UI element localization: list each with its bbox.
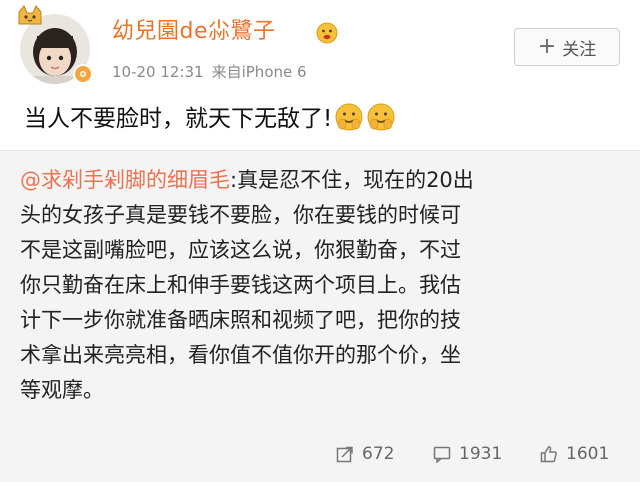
action-bar: 672 1931 1601 — [0, 437, 640, 471]
comment-count: 1931 — [459, 444, 503, 464]
retweet-line: 头的女孩子真是要钱不要脸，你在要钱的时候可 — [20, 203, 461, 227]
thumbs-up-icon — [540, 446, 557, 463]
retweet-text: @求剁手剁脚的细眉毛:真是忍不住，现在的20出 头的女孩子真是要钱不要脸，你在要… — [20, 163, 624, 408]
comment-button[interactable]: 1931 — [433, 437, 502, 471]
retweet-line: 你只勤奋在床上和伸手要钱这两个项目上。我估 — [20, 273, 461, 297]
retweet-line: 等观摩。 — [20, 378, 104, 402]
plus-icon: + — [537, 34, 557, 59]
post-body: 当人不要脸时，就天下无敌了! — [24, 106, 333, 132]
username[interactable]: 幼兒園de尛鷺子 — [112, 18, 276, 46]
follow-label: 关注 — [562, 39, 597, 60]
repost-icon — [336, 446, 353, 463]
mention-link[interactable]: @求剁手剁脚的细眉毛 — [20, 168, 230, 192]
post-timestamp: 10-20 12:31 — [112, 63, 204, 81]
comment-icon — [433, 446, 451, 463]
post-meta: 10-20 12:31 来自iPhone 6 — [112, 62, 307, 82]
weibo-post: 幼兒園de尛鷺子 10-20 12:31 来自iPhone 6 + 关注 当人不要… — [0, 0, 640, 150]
retweet-line: 不是这副嘴脸吧，应该这么说，你狠勤奋，不过 — [20, 238, 461, 262]
retweet-line: 计下一步你就准备晒床照和视频了吧，把你的技 — [20, 308, 461, 332]
like-button[interactable]: 1601 — [540, 437, 609, 471]
retweeted-post[interactable]: @求剁手剁脚的细眉毛:真是忍不住，现在的20出 头的女孩子真是要钱不要脸，你在要… — [0, 150, 640, 482]
like-count: 1601 — [566, 444, 610, 464]
clapping-emoji-icon — [366, 102, 396, 132]
smiling-face-icon — [316, 22, 338, 44]
cat-badge-icon — [16, 4, 44, 26]
post-source[interactable]: 来自iPhone 6 — [212, 63, 307, 81]
follow-button[interactable]: + 关注 — [514, 28, 620, 66]
vip-badge-icon — [73, 64, 93, 84]
repost-count: 672 — [362, 444, 395, 464]
clapping-emoji-icon — [334, 102, 364, 132]
repost-button[interactable]: 672 — [336, 437, 394, 471]
retweet-line: 术拿出来亮亮相，看你值不值你开的那个价，坐 — [20, 343, 461, 367]
retweet-line: @求剁手剁脚的细眉毛:真是忍不住，现在的20出 — [20, 163, 624, 198]
post-text: 当人不要脸时，就天下无敌了! — [24, 102, 396, 136]
retweet-line-text: :真是忍不住，现在的20出 — [230, 168, 474, 192]
